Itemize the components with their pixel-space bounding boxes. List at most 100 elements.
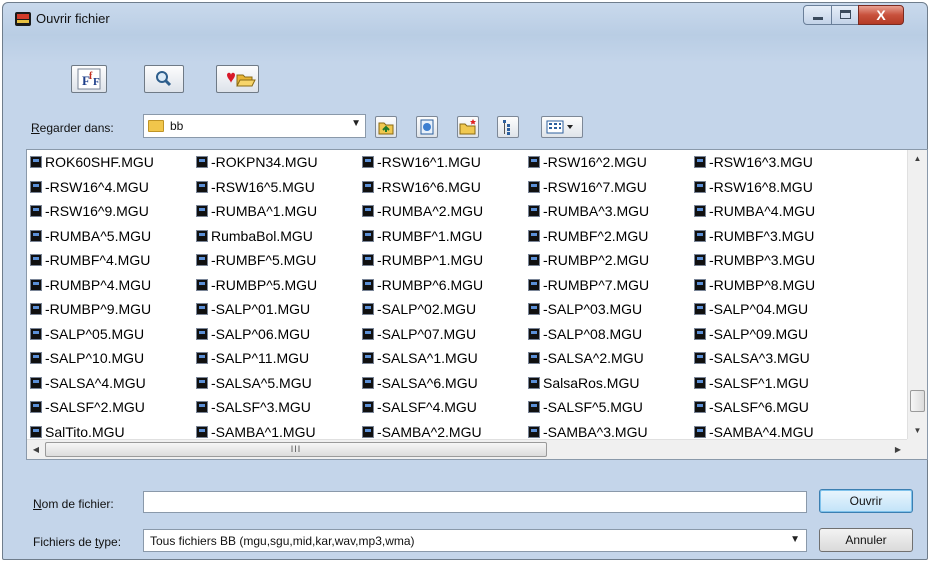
favorite-folder-button[interactable] xyxy=(216,65,259,93)
file-item[interactable]: -RUMBF^2.MGU xyxy=(528,224,694,249)
file-name: ROK60SHF.MGU xyxy=(45,154,154,171)
file-item[interactable]: -SALSF^6.MGU xyxy=(694,395,860,420)
file-item[interactable]: -RUMBA^3.MGU xyxy=(528,199,694,224)
file-item[interactable]: ROK60SHF.MGU xyxy=(30,150,196,175)
file-item[interactable]: -RSW16^8.MGU xyxy=(694,175,860,200)
file-item[interactable]: -RUMBP^4.MGU xyxy=(30,273,196,298)
scroll-right-icon[interactable]: ▶ xyxy=(889,440,907,459)
file-item[interactable]: -SALP^11.MGU xyxy=(196,346,362,371)
up-folder-button[interactable] xyxy=(375,116,397,138)
file-item[interactable]: -RSW16^1.MGU xyxy=(362,150,528,175)
mgu-file-icon xyxy=(694,401,706,414)
file-name: -RUMBF^4.MGU xyxy=(45,252,151,269)
file-item[interactable]: -SALP^03.MGU xyxy=(528,297,694,322)
file-item[interactable]: -RUMBP^5.MGU xyxy=(196,273,362,298)
vertical-scroll-thumb[interactable] xyxy=(910,390,925,412)
file-item[interactable]: -SALP^10.MGU xyxy=(30,346,196,371)
file-item[interactable]: -SALSA^6.MGU xyxy=(362,371,528,396)
view-menu-icon xyxy=(546,120,573,134)
scroll-left-icon[interactable]: ◀ xyxy=(27,440,45,459)
new-folder-button[interactable] xyxy=(457,116,479,138)
file-item[interactable]: -SALSA^1.MGU xyxy=(362,346,528,371)
file-item[interactable]: -RUMBP^7.MGU xyxy=(528,273,694,298)
view-menu-button[interactable] xyxy=(541,116,583,138)
file-item[interactable]: RumbaBol.MGU xyxy=(196,224,362,249)
back-button[interactable] xyxy=(416,116,438,138)
file-item[interactable]: -SALP^05.MGU xyxy=(30,322,196,347)
file-item[interactable]: -SAMBA^1.MGU xyxy=(196,420,362,441)
file-item[interactable]: -SALP^04.MGU xyxy=(694,297,860,322)
file-item[interactable]: -SALSA^4.MGU xyxy=(30,371,196,396)
vertical-scrollbar[interactable]: ▲ ▼ xyxy=(907,150,927,440)
file-item[interactable]: -RSW16^6.MGU xyxy=(362,175,528,200)
file-item[interactable]: -SALSA^2.MGU xyxy=(528,346,694,371)
file-item[interactable]: -RUMBF^1.MGU xyxy=(362,224,528,249)
filetype-dropdown[interactable]: Tous fichiers BB (mgu,sgu,mid,kar,wav,mp… xyxy=(143,529,807,552)
file-item[interactable]: -RUMBP^1.MGU xyxy=(362,248,528,273)
maximize-button[interactable] xyxy=(831,5,859,25)
file-item[interactable]: -SALP^08.MGU xyxy=(528,322,694,347)
mgu-file-icon xyxy=(694,352,706,365)
file-item[interactable]: -SALP^02.MGU xyxy=(362,297,528,322)
file-name: -SALP^09.MGU xyxy=(709,325,809,342)
file-item[interactable]: -RUMBP^9.MGU xyxy=(30,297,196,322)
minimize-button[interactable] xyxy=(803,5,832,25)
file-item[interactable]: -RSW16^2.MGU xyxy=(528,150,694,175)
file-item[interactable]: -RUMBF^4.MGU xyxy=(30,248,196,273)
file-item[interactable]: -SALSF^4.MGU xyxy=(362,395,528,420)
file-item[interactable]: -SALP^01.MGU xyxy=(196,297,362,322)
mgu-file-icon xyxy=(362,376,374,389)
file-item[interactable]: -RUMBP^3.MGU xyxy=(694,248,860,273)
mgu-file-icon xyxy=(196,205,208,218)
file-name: -RUMBA^2.MGU xyxy=(377,203,484,220)
scroll-down-icon[interactable]: ▼ xyxy=(908,422,927,440)
look-in-dropdown[interactable]: bb ▼ xyxy=(143,114,366,138)
file-item[interactable]: -ROKPN34.MGU xyxy=(196,150,362,175)
search-button[interactable] xyxy=(144,65,184,93)
file-item[interactable]: -SALP^06.MGU xyxy=(196,322,362,347)
file-item[interactable]: -SALP^09.MGU xyxy=(694,322,860,347)
file-item[interactable]: -RUMBP^6.MGU xyxy=(362,273,528,298)
file-item[interactable]: -RSW16^9.MGU xyxy=(30,199,196,224)
file-item[interactable]: -RSW16^3.MGU xyxy=(694,150,860,175)
cancel-button[interactable]: Annuler xyxy=(819,528,913,552)
mgu-file-icon xyxy=(30,327,42,340)
file-item[interactable]: -SAMBA^4.MGU xyxy=(694,420,860,441)
file-item[interactable]: -SALSA^3.MGU xyxy=(694,346,860,371)
file-item[interactable]: -SAMBA^2.MGU xyxy=(362,420,528,441)
file-item[interactable]: -RUMBF^3.MGU xyxy=(694,224,860,249)
file-item[interactable]: -RSW16^7.MGU xyxy=(528,175,694,200)
file-item[interactable]: -SAMBA^3.MGU xyxy=(528,420,694,441)
file-item[interactable]: -SALP^07.MGU xyxy=(362,322,528,347)
file-name: -SALSF^1.MGU xyxy=(709,374,809,391)
horizontal-scroll-thumb[interactable]: III xyxy=(45,442,547,457)
open-button[interactable]: Ouvrir xyxy=(819,489,913,513)
file-item[interactable]: SalTito.MGU xyxy=(30,420,196,441)
list-view-button[interactable] xyxy=(497,116,519,138)
file-item[interactable]: SalsaRos.MGU xyxy=(528,371,694,396)
file-item[interactable]: -RUMBP^2.MGU xyxy=(528,248,694,273)
file-name: -SALP^06.MGU xyxy=(211,325,311,342)
file-item[interactable]: -RSW16^5.MGU xyxy=(196,175,362,200)
filename-input[interactable] xyxy=(143,491,807,513)
file-item[interactable]: -RUMBA^5.MGU xyxy=(30,224,196,249)
file-item[interactable]: -SALSF^1.MGU xyxy=(694,371,860,396)
file-grid: ROK60SHF.MGU -ROKPN34.MGU -RSW16^1.MGU -RSW… xyxy=(27,150,907,440)
file-item[interactable]: -RSW16^4.MGU xyxy=(30,175,196,200)
file-list[interactable]: ROK60SHF.MGU -ROKPN34.MGU -RSW16^1.MGU -RSW… xyxy=(26,149,928,460)
file-item[interactable]: -RUMBP^8.MGU xyxy=(694,273,860,298)
file-item[interactable]: -SALSF^5.MGU xyxy=(528,395,694,420)
file-item[interactable]: -RUMBA^1.MGU xyxy=(196,199,362,224)
close-button[interactable]: X xyxy=(858,5,904,25)
file-item[interactable]: -SALSA^5.MGU xyxy=(196,371,362,396)
font-button[interactable]: F f F xyxy=(71,65,107,93)
file-item[interactable]: -RUMBF^5.MGU xyxy=(196,248,362,273)
scroll-up-icon[interactable]: ▲ xyxy=(908,150,927,168)
file-item[interactable]: -SALSF^3.MGU xyxy=(196,395,362,420)
horizontal-scrollbar[interactable]: ◀ III ▶ xyxy=(27,439,907,459)
file-item[interactable]: -SALSF^2.MGU xyxy=(30,395,196,420)
file-name: -RUMBF^2.MGU xyxy=(543,227,649,244)
title-bar[interactable]: Ouvrir fichier X xyxy=(3,3,927,33)
file-item[interactable]: -RUMBA^2.MGU xyxy=(362,199,528,224)
file-item[interactable]: -RUMBA^4.MGU xyxy=(694,199,860,224)
